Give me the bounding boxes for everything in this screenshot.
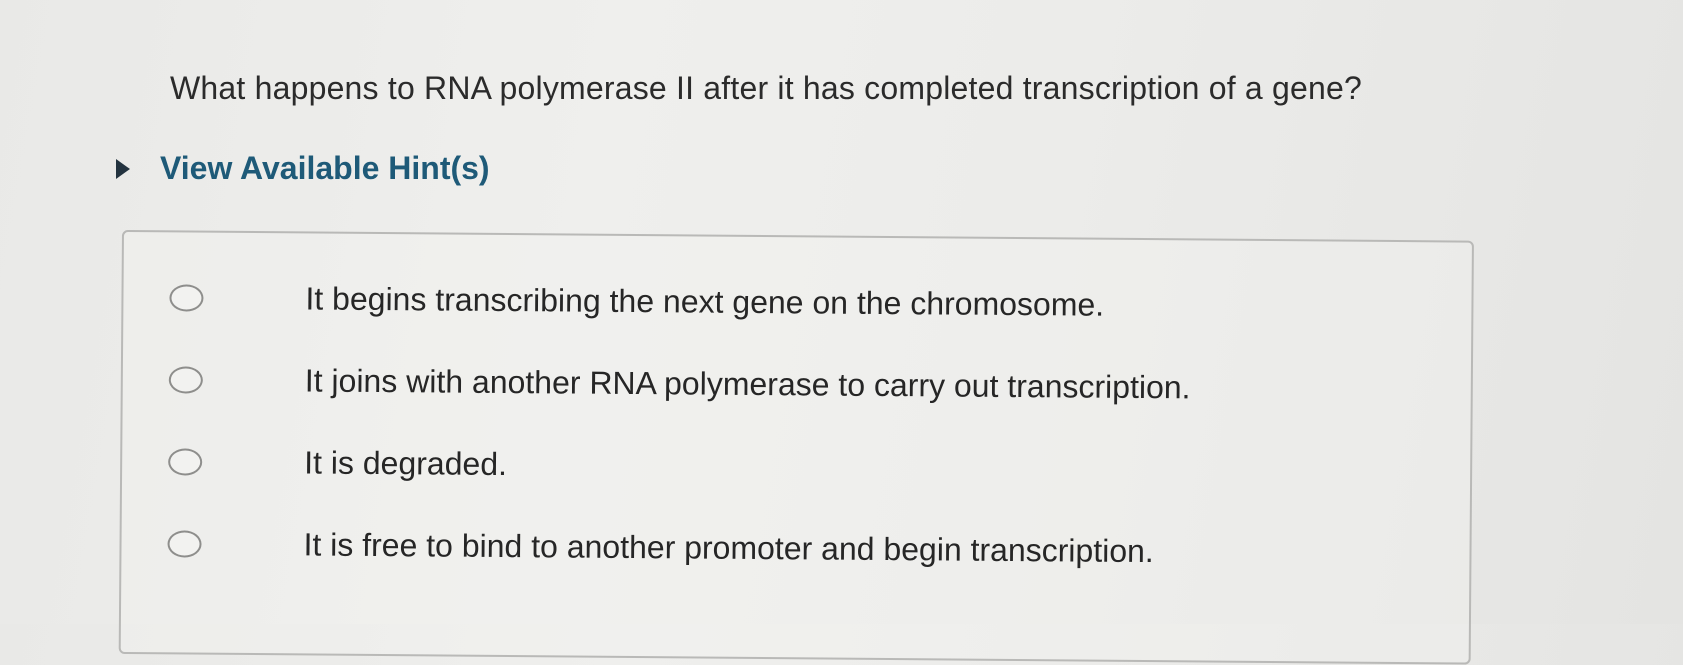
answer-option-3[interactable]: It is degraded. [168,444,507,482]
answer-option-4[interactable]: It is free to bind to another promoter a… [167,526,1154,569]
radio-button[interactable] [167,530,202,558]
question-screen: What happens to RNA polymerase II after … [0,0,1683,665]
triangle-right-icon [116,158,130,179]
view-hints-toggle[interactable]: View Available Hint(s) [116,150,490,187]
radio-button[interactable] [168,448,203,476]
radio-button[interactable] [169,284,204,312]
answer-choices-box: It begins transcribing the next gene on … [118,230,1474,665]
answer-option-label: It is degraded. [304,444,508,483]
answer-option-2[interactable]: It joins with another RNA polymerase to … [168,362,1191,405]
answer-option-label: It begins transcribing the next gene on … [305,280,1105,323]
answer-option-label: It joins with another RNA polymerase to … [304,362,1191,406]
answer-option-1[interactable]: It begins transcribing the next gene on … [169,280,1104,323]
answer-option-label: It is free to bind to another promoter a… [303,526,1154,570]
view-hints-label: View Available Hint(s) [160,150,490,186]
question-text: What happens to RNA polymerase II after … [170,70,1362,106]
radio-button[interactable] [168,366,203,394]
